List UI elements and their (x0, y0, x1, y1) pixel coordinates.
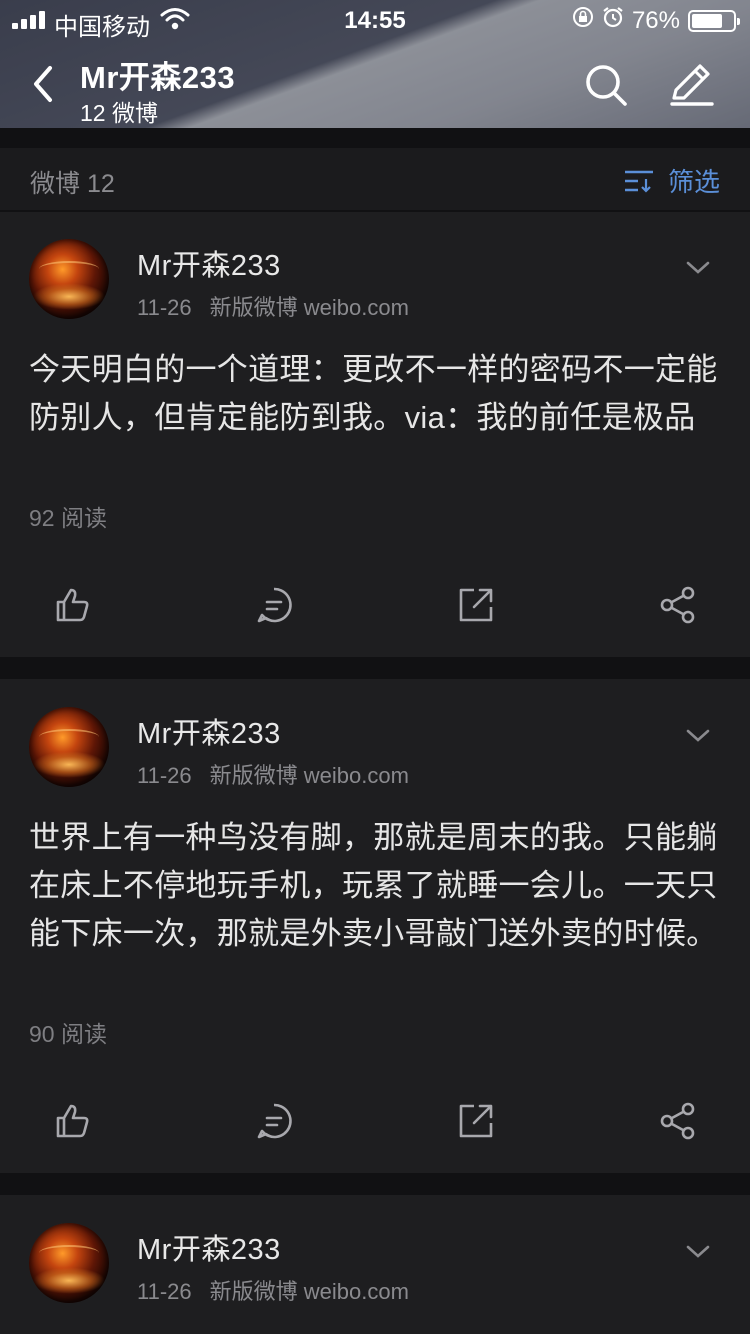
comment-icon (257, 587, 292, 623)
post-date: 11-26 (137, 763, 192, 788)
post-card: Mr开森233 11-26 新版微博 weibo.com 世界上有一种鸟没有脚，那… (0, 679, 750, 1173)
avatar[interactable] (29, 239, 109, 319)
repost-icon (459, 1104, 493, 1138)
like-button[interactable] (52, 1101, 92, 1141)
share-icon (660, 586, 695, 624)
comment-button[interactable] (254, 1101, 294, 1141)
profile-header: 中国移动 14:55 76% Mr开森233 12 微博 (0, 0, 750, 128)
chevron-down-icon[interactable] (685, 260, 711, 276)
post-username[interactable]: Mr开森233 (137, 242, 281, 284)
post-source: 新版微博 weibo.com (209, 763, 409, 788)
repost-button[interactable] (456, 585, 496, 625)
edit-icon (670, 64, 714, 106)
compose-button[interactable] (668, 62, 716, 108)
share-button[interactable] (658, 585, 698, 625)
search-button[interactable] (583, 62, 629, 108)
like-icon (56, 1104, 89, 1138)
chevron-down-icon[interactable] (685, 1244, 711, 1260)
post-date: 11-26 (137, 1279, 192, 1304)
search-icon (586, 65, 627, 106)
like-button[interactable] (52, 585, 92, 625)
post-text[interactable]: 今天明白的一个道理：更改不一样的密码不一定能防别人，但肯定能防到我。via：我的… (29, 346, 724, 442)
status-bar: 中国移动 14:55 76% (0, 0, 750, 41)
share-button[interactable] (658, 1101, 698, 1141)
filter-icon (624, 170, 653, 193)
repost-icon (459, 588, 493, 622)
like-icon (56, 588, 89, 622)
rotation-lock-icon (572, 6, 594, 35)
filter-button[interactable]: 筛选 (624, 162, 720, 199)
share-icon (660, 1102, 695, 1140)
read-count: 90 阅读 (29, 1021, 107, 1047)
avatar[interactable] (29, 707, 109, 787)
nav-bar: Mr开森233 12 微博 (0, 40, 750, 128)
post-meta: 11-26 新版微博 weibo.com (137, 1274, 409, 1306)
alarm-icon (602, 6, 624, 35)
back-button[interactable] (26, 62, 62, 106)
filter-label: 筛选 (667, 167, 720, 197)
filter-bar: 微博 12 筛选 (0, 148, 750, 210)
post-card: Mr开森233 11-26 新版微博 weibo.com 今天明白的一个道理：更改… (0, 212, 750, 657)
post-meta: 11-26 新版微博 weibo.com (137, 758, 409, 790)
post-count: 12 微博 (80, 100, 158, 126)
page-title: Mr开森233 (80, 60, 236, 95)
post-meta: 11-26 新版微博 weibo.com (137, 290, 409, 322)
read-count: 92 阅读 (29, 505, 107, 531)
back-icon (34, 66, 52, 102)
post-text[interactable]: 世界上有一种鸟没有脚，那就是周末的我。只能躺在床上不停地玩手机，玩累了就睡一会儿… (29, 814, 724, 958)
comment-button[interactable] (254, 585, 294, 625)
chevron-down-icon[interactable] (685, 728, 711, 744)
post-username[interactable]: Mr开森233 (137, 1226, 281, 1268)
weibo-count: 微博 12 (30, 170, 115, 198)
repost-button[interactable] (456, 1101, 496, 1141)
avatar[interactable] (29, 1223, 109, 1303)
battery-icon (688, 9, 740, 32)
post-source: 新版微博 weibo.com (209, 1279, 409, 1304)
comment-icon (257, 1103, 292, 1139)
post-card: Mr开森233 11-26 新版微博 weibo.com (0, 1195, 750, 1334)
battery-percent: 76% (631, 6, 680, 34)
post-source: 新版微博 weibo.com (209, 295, 409, 320)
post-date: 11-26 (137, 295, 192, 320)
post-username[interactable]: Mr开森233 (137, 710, 281, 752)
